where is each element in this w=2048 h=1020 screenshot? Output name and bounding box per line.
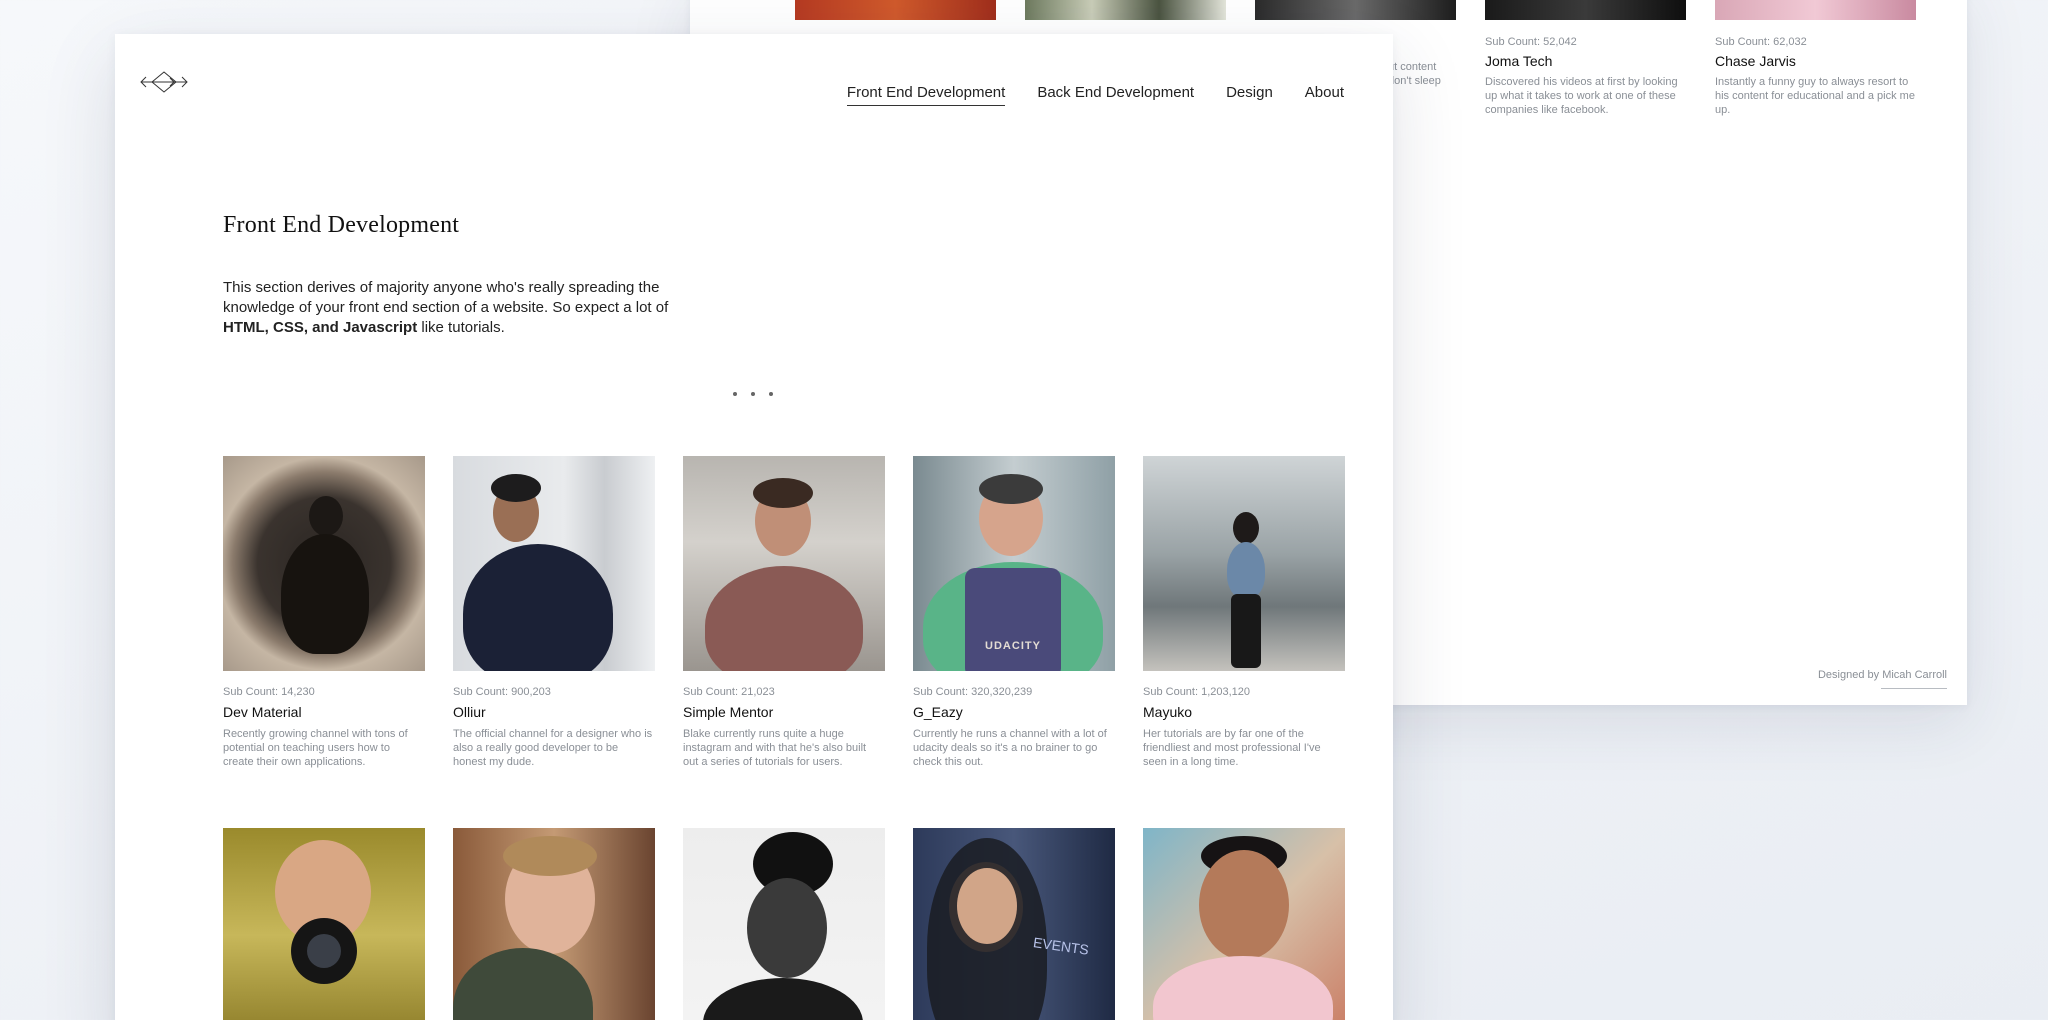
nav-design[interactable]: Design [1226,84,1273,106]
channel-photo[interactable] [683,828,885,1020]
channel-photo[interactable] [453,828,655,1020]
sub-count: Sub Count: 14,230 [223,686,315,698]
section-intro: This section derives of majority anyone … [223,279,669,336]
back-channel-desc: Instantly a funny guy to always resort t… [1715,76,1915,116]
nav-back-end[interactable]: Back End Development [1037,84,1194,106]
channel-photo[interactable] [1143,456,1345,671]
section-divider-dots [733,392,773,396]
channel-card-photographer[interactable] [223,828,425,1020]
channel-card-g-eazy[interactable]: UDACITY Sub Count: 320,320,239 G_Eazy Cu… [913,456,1115,769]
channel-photo[interactable]: EVENTS [913,828,1115,1020]
sub-count: Sub Count: 900,203 [453,686,551,698]
main-nav: Front End Development Back End Developme… [846,84,1344,106]
back-sub-count: Sub Count: 62,032 [1715,36,1807,48]
back-sub-count: Sub Count: 52,042 [1485,36,1577,48]
back-photo-4[interactable] [1485,0,1686,20]
channel-desc: Recently growing channel with tons of po… [223,728,408,768]
back-card-joma[interactable]: Sub Count: 52,042 Joma Tech Discovered h… [1485,36,1690,117]
channel-name[interactable]: Dev Material [223,704,425,720]
channel-photo[interactable] [453,456,655,671]
channel-card-dev-material[interactable]: Sub Count: 14,230 Dev Material Recently … [223,456,425,769]
sub-count: Sub Count: 320,320,239 [913,686,1033,698]
channel-photo[interactable] [223,828,425,1020]
channel-card-mayuko[interactable]: Sub Count: 1,203,120 Mayuko Her tutorial… [1143,456,1345,769]
channel-card-pink-hoodie[interactable] [1143,828,1345,1020]
sub-count: Sub Count: 1,203,120 [1143,686,1251,698]
back-photo-5[interactable] [1715,0,1916,20]
channel-name[interactable]: Simple Mentor [683,704,885,720]
nav-front-end[interactable]: Front End Development [846,84,1006,106]
designer-credit-link[interactable]: Micah Carroll [1882,669,1947,681]
channel-photo[interactable]: UDACITY [913,456,1115,671]
channel-card-bw-portrait[interactable] [683,828,885,1020]
back-photo-3[interactable] [1255,0,1456,20]
channel-name[interactable]: Olliur [453,704,655,720]
front-page: Front End Development Back End Developme… [115,34,1393,1020]
channel-photo[interactable] [683,456,885,671]
back-channel-desc: Discovered his videos at first by lookin… [1485,76,1678,116]
back-photo-2[interactable] [1025,0,1226,20]
channel-desc: The official channel for a designer who … [453,728,653,768]
udacity-shirt-text: UDACITY [985,640,1041,652]
channel-desc: Blake currently runs quite a huge instag… [683,728,867,768]
diamond-arrow-logo-icon[interactable] [139,68,189,96]
divider-dot [733,392,737,396]
sub-count: Sub Count: 21,023 [683,686,775,698]
channel-desc: Currently he runs a channel with a lot o… [913,728,1107,768]
channel-photo[interactable] [223,456,425,671]
divider-dot [769,392,773,396]
intro-highlight: HTML, CSS, and Javascript [223,319,418,336]
back-channel-name[interactable]: Chase Jarvis [1715,53,1920,69]
back-card-chase[interactable]: Sub Count: 62,032 Chase Jarvis Instantly… [1715,36,1920,117]
channel-name[interactable]: Mayuko [1143,704,1345,720]
channel-card-olliur[interactable]: Sub Count: 900,203 Olliur The official c… [453,456,655,769]
nav-about[interactable]: About [1305,84,1344,106]
channel-card-hoodie[interactable]: EVENTS [913,828,1115,1020]
channel-desc: Her tutorials are by far one of the frie… [1143,728,1321,768]
channel-card-smiling-man[interactable] [453,828,655,1020]
designer-credit: Designed by Micah Carroll [1817,669,1947,681]
credit-underline [1881,688,1947,689]
back-photo-1[interactable] [795,0,996,20]
channel-name[interactable]: G_Eazy [913,704,1115,720]
page-title: Front End Development [223,212,460,238]
back-channel-name[interactable]: Joma Tech [1485,53,1690,69]
divider-dot [751,392,755,396]
channel-photo[interactable] [1143,828,1345,1020]
channel-card-simple-mentor[interactable]: Sub Count: 21,023 Simple Mentor Blake cu… [683,456,885,769]
